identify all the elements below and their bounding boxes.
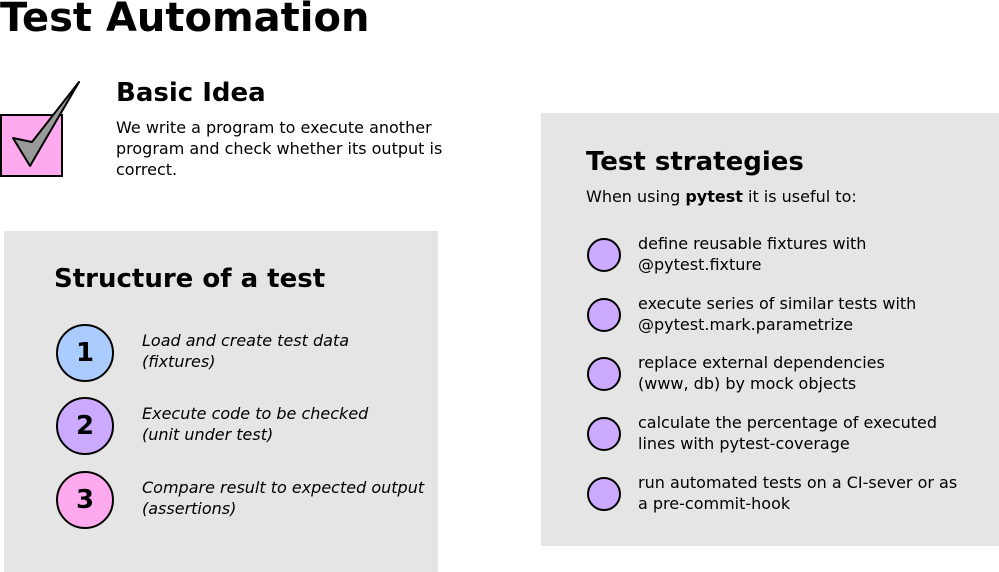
strategy-text: replace external dependencies (www, db) … (638, 352, 988, 394)
bullet-circle-icon (587, 298, 621, 332)
strategies-panel: Test strategies When using pytest it is … (541, 113, 999, 546)
basic-idea-text: We write a program to execute another pr… (116, 118, 443, 179)
bullet-circle-icon (587, 477, 621, 511)
step-description-line: (unit under test) (142, 425, 274, 444)
strategies-heading: Test strategies (586, 147, 804, 177)
step-number-badge: 1 (56, 324, 114, 382)
step-description-line: Compare result to expected output (142, 478, 425, 497)
step-description-line: Execute code to be checked (142, 404, 369, 423)
strategy-item: calculate the percentage of executed lin… (587, 412, 988, 458)
strategy-text-line: (www, db) by mock objects (638, 374, 857, 393)
step-description-line: (assertions) (142, 499, 237, 518)
strategy-text: define reusable fixtures with @pytest.fi… (638, 233, 988, 275)
checkbox-checked-icon (0, 81, 80, 177)
strategy-text: run automated tests on a CI-sever or as … (638, 472, 988, 514)
strategy-text-line: @pytest.mark.parametrize (638, 315, 854, 334)
bullet-circle-icon (587, 238, 621, 272)
intro-suffix: it is useful to: (742, 187, 857, 206)
step-description: Execute code to be checked (unit under t… (142, 403, 442, 445)
structure-panel: Structure of a test 1 Load and create te… (4, 231, 438, 572)
strategy-item: define reusable fixtures with @pytest.fi… (587, 233, 988, 279)
strategy-text-line: replace external dependencies (638, 353, 885, 372)
bullet-circle-icon (587, 417, 621, 451)
step-description-line: (fixtures) (142, 352, 216, 371)
strategy-text-line: execute series of similar tests with (638, 294, 917, 313)
page-title: Test Automation (0, 0, 370, 41)
step-description-line: Load and create test data (142, 331, 350, 350)
structure-step: 1 Load and create test data (fixtures) (56, 324, 496, 384)
strategy-text: calculate the percentage of executed lin… (638, 412, 988, 454)
strategy-text-line: @pytest.fixture (638, 255, 762, 274)
step-description: Load and create test data (fixtures) (142, 330, 442, 372)
strategy-text-line: define reusable fixtures with (638, 234, 867, 253)
strategy-item: execute series of similar tests with @py… (587, 293, 988, 339)
strategy-item: replace external dependencies (www, db) … (587, 352, 988, 398)
intro-keyword: pytest (685, 187, 743, 206)
basic-idea-heading: Basic Idea (116, 78, 266, 108)
structure-heading: Structure of a test (54, 264, 326, 294)
bullet-circle-icon (587, 357, 621, 391)
structure-step: 2 Execute code to be checked (unit under… (56, 397, 496, 457)
strategy-text-line: lines with pytest-coverage (638, 434, 850, 453)
structure-step: 3 Compare result to expected output (ass… (56, 471, 496, 531)
strategy-text: execute series of similar tests with @py… (638, 293, 988, 335)
strategies-intro: When using pytest it is useful to: (586, 186, 857, 207)
step-number-badge: 2 (56, 397, 114, 455)
step-description: Compare result to expected output (asser… (142, 477, 442, 519)
step-number-badge: 3 (56, 471, 114, 529)
intro-prefix: When using (586, 187, 686, 206)
strategy-text-line: calculate the percentage of executed (638, 413, 938, 432)
strategy-text-line: a pre-commit-hook (638, 494, 791, 513)
strategy-text-line: run automated tests on a CI-sever or as (638, 473, 958, 492)
strategy-item: run automated tests on a CI-sever or as … (587, 472, 988, 518)
